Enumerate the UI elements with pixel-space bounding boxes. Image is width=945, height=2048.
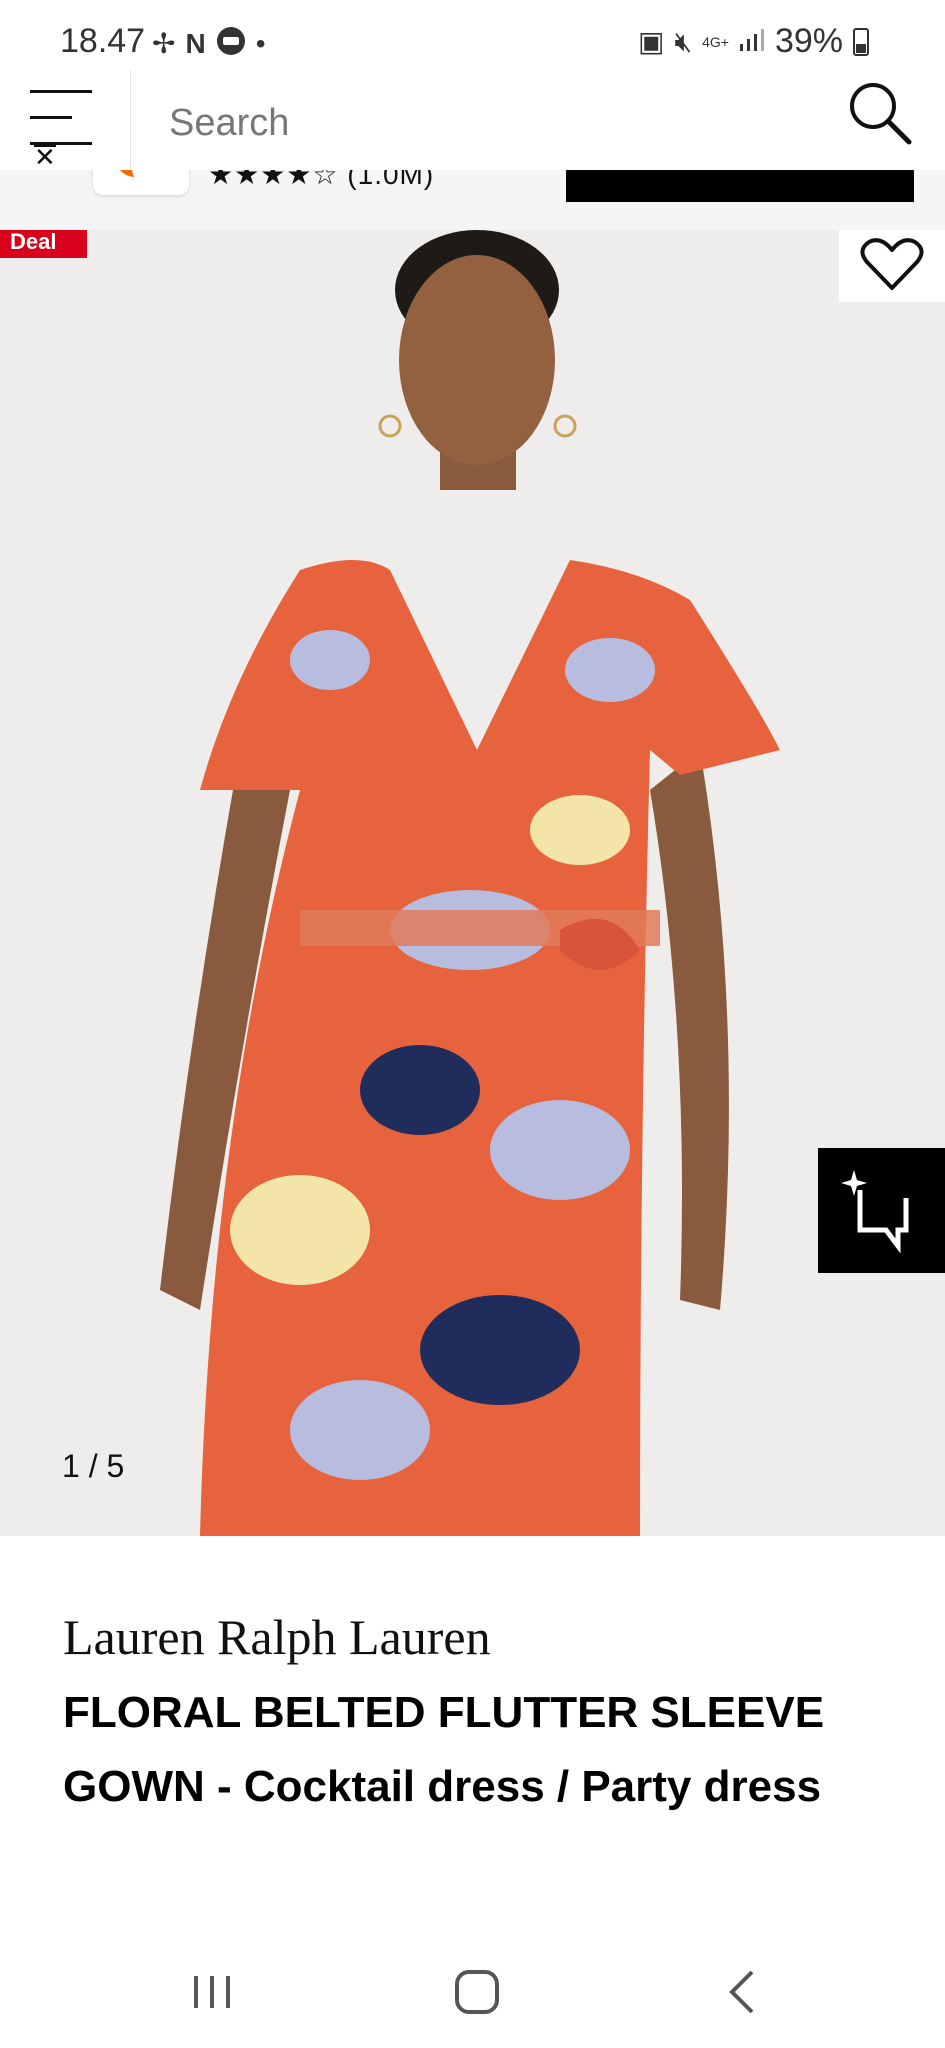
status-notification-icons: ✢ N • bbox=[152, 26, 266, 61]
tv2-icon bbox=[216, 26, 246, 61]
model-illustration bbox=[160, 230, 780, 1536]
product-image[interactable] bbox=[0, 230, 945, 1536]
mute-icon: 🔇︎ bbox=[674, 25, 693, 57]
status-bar: 18.47 ✢ N • ▣ 🔇︎ 4G+ 39% bbox=[0, 0, 945, 70]
recent-apps-icon[interactable] bbox=[182, 1964, 242, 2020]
product-title: FLORAL BELTED FLUTTER SLEEVE GOWN - Cock… bbox=[63, 1688, 825, 1811]
battery-percent: 39% bbox=[774, 22, 843, 60]
brand-name[interactable]: Lauren Ralph Lauren bbox=[63, 1608, 491, 1666]
heart-icon bbox=[860, 238, 924, 290]
dot-icon: • bbox=[255, 27, 266, 59]
search-placeholder: Search bbox=[169, 102, 290, 144]
fan-icon: ✢ bbox=[152, 27, 176, 59]
system-nav-bar bbox=[0, 1936, 945, 2048]
netflix-icon: N bbox=[185, 27, 206, 59]
wishlist-button[interactable] bbox=[839, 230, 945, 302]
close-icon[interactable]: ✕ bbox=[34, 144, 56, 170]
back-icon[interactable] bbox=[714, 1964, 774, 2020]
search-icon[interactable] bbox=[845, 78, 915, 148]
signal-icon bbox=[739, 22, 765, 61]
home-icon[interactable] bbox=[447, 1964, 507, 2020]
battery-saver-icon: ▣ bbox=[637, 25, 665, 57]
network-type: 4G+ bbox=[702, 33, 729, 50]
image-counter: 1 / 5 bbox=[62, 1448, 125, 1484]
visual-search-button[interactable] bbox=[818, 1148, 945, 1273]
deal-badge: Deal bbox=[0, 230, 87, 258]
menu-icon[interactable]: ✕ bbox=[30, 80, 102, 170]
status-time: 18.47 bbox=[60, 22, 146, 60]
sparkle-crop-icon bbox=[841, 1170, 909, 1254]
battery-icon bbox=[853, 27, 869, 56]
status-system-icons: ▣ 🔇︎ 4G+ 39% bbox=[638, 22, 869, 61]
product-info: Lauren Ralph Lauren FLORAL BELTED FLUTTE… bbox=[0, 1536, 945, 1936]
search-bar: ✕ Search bbox=[0, 70, 945, 170]
search-input[interactable]: Search bbox=[130, 70, 945, 170]
